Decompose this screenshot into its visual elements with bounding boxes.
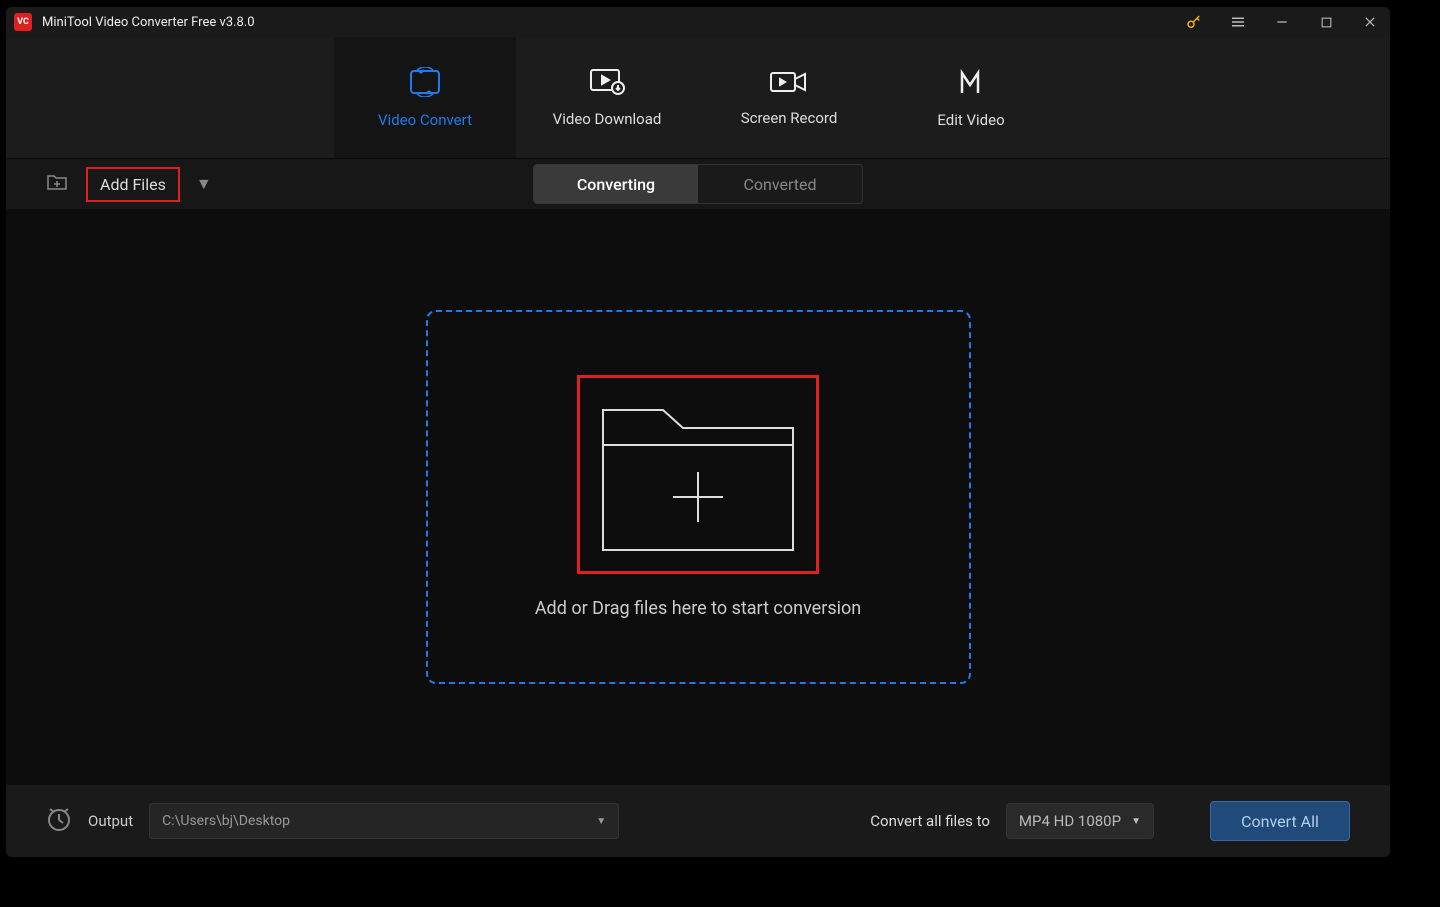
tab-video-download[interactable]: Video Download	[516, 37, 698, 158]
app-window: VC MiniTool Video Converter Free v3.8.0 …	[6, 7, 1390, 857]
tab-label: Video Download	[553, 110, 662, 128]
output-label: Output	[88, 812, 133, 830]
toolbar: Add Files ▼ Converting Converted	[6, 159, 1390, 209]
dropzone[interactable]: Add or Drag files here to start conversi…	[426, 310, 971, 684]
convert-to-label: Convert all files to	[870, 812, 990, 830]
tab-label: Edit Video	[937, 111, 1004, 129]
tab-video-convert[interactable]: Video Convert	[334, 37, 516, 158]
dropzone-text: Add or Drag files here to start conversi…	[535, 598, 861, 619]
app-logo: VC	[14, 13, 32, 31]
format-value: MP4 HD 1080P	[1019, 812, 1121, 830]
maximize-icon[interactable]	[1314, 10, 1338, 34]
window-controls	[1182, 10, 1382, 34]
folder-add-icon	[598, 390, 798, 555]
key-icon[interactable]	[1182, 10, 1206, 34]
tab-label: Screen Record	[741, 109, 838, 127]
add-files-button[interactable]: Add Files	[86, 167, 180, 202]
tab-label: Video Convert	[378, 111, 472, 129]
output-path-select[interactable]: C:\Users\bj\Desktop ▼	[149, 803, 619, 839]
convert-all-button[interactable]: Convert All	[1210, 801, 1350, 841]
chevron-down-icon[interactable]: ▼	[196, 174, 212, 194]
output-path-value: C:\Users\bj\Desktop	[162, 813, 290, 829]
tab-screen-record[interactable]: Screen Record	[698, 37, 880, 158]
content-area: Add or Drag files here to start conversi…	[6, 209, 1390, 785]
segment-control: Converting Converted	[533, 164, 863, 204]
minimize-icon[interactable]	[1270, 10, 1294, 34]
folder-plus-icon	[46, 173, 68, 195]
titlebar: VC MiniTool Video Converter Free v3.8.0	[6, 7, 1390, 37]
menu-icon[interactable]	[1226, 10, 1250, 34]
dropzone-folder-highlight	[577, 375, 819, 574]
app-title: MiniTool Video Converter Free v3.8.0	[42, 15, 1182, 30]
format-select[interactable]: MP4 HD 1080P ▼	[1006, 803, 1154, 839]
segment-converted[interactable]: Converted	[698, 165, 862, 203]
add-files-group: Add Files ▼	[46, 167, 212, 202]
footer: Output C:\Users\bj\Desktop ▼ Convert all…	[6, 785, 1390, 857]
tab-edit-video[interactable]: Edit Video	[880, 37, 1062, 158]
chevron-down-icon: ▼	[1131, 816, 1141, 827]
timer-icon[interactable]	[46, 806, 72, 836]
segment-converting[interactable]: Converting	[534, 165, 698, 203]
close-icon[interactable]	[1358, 10, 1382, 34]
chevron-down-icon: ▼	[596, 816, 606, 827]
nav-tabs: Video Convert Video Download Screen Reco…	[6, 37, 1390, 159]
